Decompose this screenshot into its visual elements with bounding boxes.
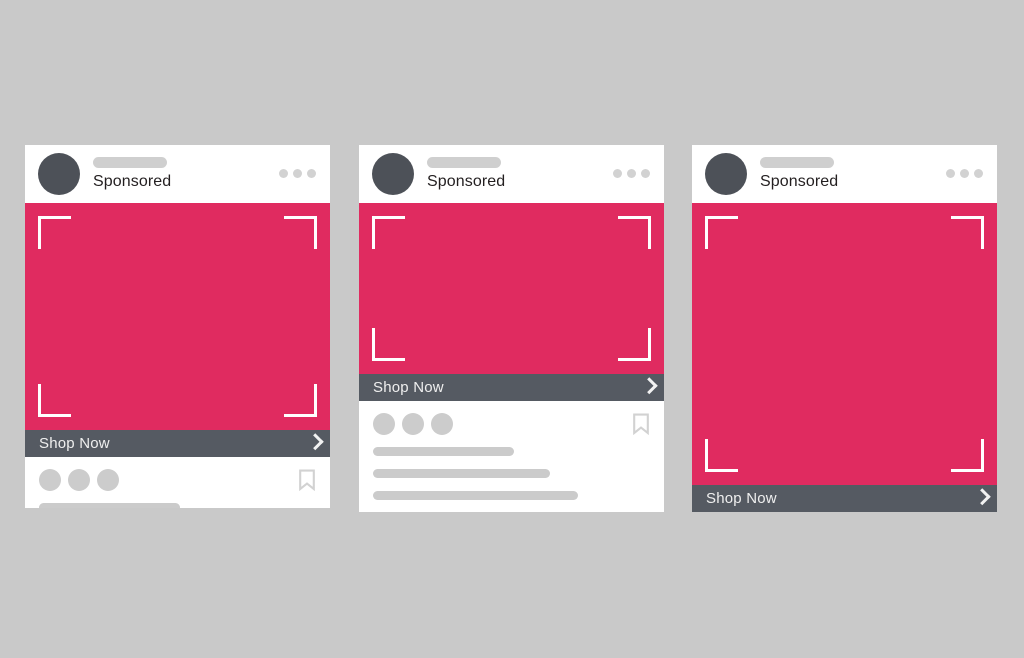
shop-now-cta-button[interactable]: Shop Now xyxy=(25,430,330,457)
more-options-dot xyxy=(613,169,622,178)
ad-card[interactable]: Sponsored Shop Now xyxy=(25,145,330,508)
more-options-icon[interactable] xyxy=(279,169,316,178)
crop-bracket-top-right-icon xyxy=(951,216,984,249)
ad-media-placeholder[interactable] xyxy=(359,203,664,374)
chevron-right-icon xyxy=(306,432,324,450)
ad-media-placeholder[interactable] xyxy=(25,203,330,430)
avatar[interactable] xyxy=(705,153,747,195)
ad-card-footer xyxy=(359,401,664,512)
caption-placeholder-line xyxy=(373,469,551,478)
ad-card[interactable]: Sponsored Shop Now xyxy=(692,145,997,512)
shop-now-cta-button[interactable]: Shop Now xyxy=(359,374,664,401)
reaction-dot[interactable] xyxy=(373,413,395,435)
caption-placeholder-lines xyxy=(39,503,316,508)
reaction-dot[interactable] xyxy=(97,469,119,491)
more-options-dot xyxy=(279,169,288,178)
crop-bracket-bottom-left-icon xyxy=(705,439,738,472)
bookmark-icon[interactable] xyxy=(298,469,316,491)
sponsored-label: Sponsored xyxy=(93,173,172,190)
reaction-dots[interactable] xyxy=(39,469,316,491)
bookmark-icon[interactable] xyxy=(632,413,650,435)
more-options-dot xyxy=(974,169,983,178)
shop-now-cta-label: Shop Now xyxy=(706,490,777,507)
crop-bracket-top-right-icon xyxy=(618,216,651,249)
advertiser-name-placeholder xyxy=(760,157,834,168)
chevron-right-icon xyxy=(973,487,991,505)
crop-bracket-top-left-icon xyxy=(38,216,71,249)
caption-placeholder-lines xyxy=(373,447,650,500)
ad-card-header: Sponsored xyxy=(359,145,664,203)
more-options-icon[interactable] xyxy=(613,169,650,178)
caption-placeholder-line xyxy=(39,503,181,508)
ad-card-header: Sponsored xyxy=(25,145,330,203)
caption-placeholder-line xyxy=(373,491,578,500)
crop-bracket-bottom-right-icon xyxy=(618,328,651,361)
ad-card[interactable]: Sponsored Shop Now xyxy=(359,145,664,512)
more-options-icon[interactable] xyxy=(946,169,983,178)
crop-bracket-top-right-icon xyxy=(284,216,317,249)
more-options-dot xyxy=(307,169,316,178)
reaction-dot[interactable] xyxy=(431,413,453,435)
crop-bracket-top-left-icon xyxy=(705,216,738,249)
reaction-row xyxy=(373,413,650,435)
crop-bracket-bottom-left-icon xyxy=(38,384,71,417)
more-options-dot xyxy=(627,169,636,178)
shop-now-cta-label: Shop Now xyxy=(373,379,444,396)
reaction-dots[interactable] xyxy=(373,413,650,435)
crop-bracket-bottom-left-icon xyxy=(372,328,405,361)
sponsored-label: Sponsored xyxy=(427,173,506,190)
advertiser-name-placeholder xyxy=(427,157,501,168)
crop-bracket-bottom-right-icon xyxy=(284,384,317,417)
crop-bracket-bottom-right-icon xyxy=(951,439,984,472)
reaction-row xyxy=(39,469,316,491)
reaction-dot[interactable] xyxy=(402,413,424,435)
more-options-dot xyxy=(960,169,969,178)
avatar[interactable] xyxy=(38,153,80,195)
ad-card-footer xyxy=(25,457,330,508)
advertiser-name-placeholder xyxy=(93,157,167,168)
ad-card-header: Sponsored xyxy=(692,145,997,203)
more-options-dot xyxy=(293,169,302,178)
crop-bracket-top-left-icon xyxy=(372,216,405,249)
ad-mockup-canvas: Sponsored Shop Now Sponsored Shop Now Sp… xyxy=(0,0,1024,658)
more-options-dot xyxy=(641,169,650,178)
chevron-right-icon xyxy=(640,376,658,394)
shop-now-cta-label: Shop Now xyxy=(39,435,110,452)
more-options-dot xyxy=(946,169,955,178)
sponsored-label: Sponsored xyxy=(760,173,839,190)
reaction-dot[interactable] xyxy=(39,469,61,491)
shop-now-cta-button[interactable]: Shop Now xyxy=(692,485,997,512)
caption-placeholder-line xyxy=(373,447,515,456)
ad-media-placeholder[interactable] xyxy=(692,203,997,485)
reaction-dot[interactable] xyxy=(68,469,90,491)
avatar[interactable] xyxy=(372,153,414,195)
